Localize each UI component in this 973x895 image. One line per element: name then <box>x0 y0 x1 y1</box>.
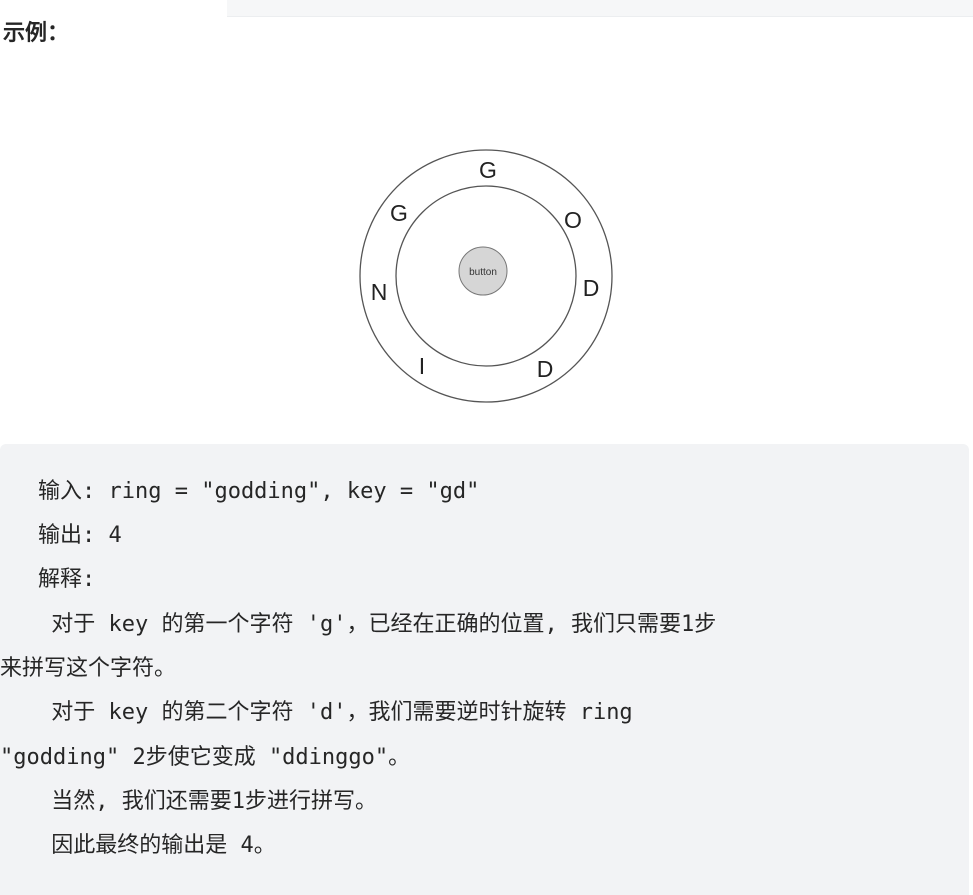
ring-figure: button G O D D I N G <box>356 148 615 406</box>
explanation-line: 对于 key 的第一个字符 'g'，已经在正确的位置, 我们只需要1步 <box>38 612 717 637</box>
ring-letter-o: O <box>564 207 582 233</box>
ring-letter-d-bottom: D <box>537 356 554 382</box>
explanation-line: 因此最终的输出是 4。 <box>38 833 276 858</box>
explanation-line: "godding" 2步使它变成 "ddinggo"。 <box>0 745 411 770</box>
ring-diagram: button G O D D I N G <box>359 149 613 403</box>
previous-code-block <box>227 0 973 17</box>
ring-letter-g-top: G <box>479 157 497 183</box>
center-button-label: button <box>469 267 497 278</box>
explanation-line: 来拼写这个字符。 <box>0 656 177 681</box>
explanation-line: 当然, 我们还需要1步进行拼写。 <box>38 789 377 814</box>
ring-letter-g-left: G <box>390 200 408 226</box>
example-heading: 示例： <box>3 21 70 46</box>
ring-letter-d-right: D <box>583 275 600 301</box>
output-line: 输出: 4 <box>38 523 122 548</box>
explanation-line: 对于 key 的第二个字符 'd'，我们需要逆时针旋转 ring <box>38 700 633 725</box>
explanation-title: 解释: <box>38 567 96 592</box>
input-line: 输入: ring = "godding", key = "gd" <box>38 479 480 504</box>
ring-letter-i: I <box>419 353 425 379</box>
ring-letter-n: N <box>371 279 388 305</box>
